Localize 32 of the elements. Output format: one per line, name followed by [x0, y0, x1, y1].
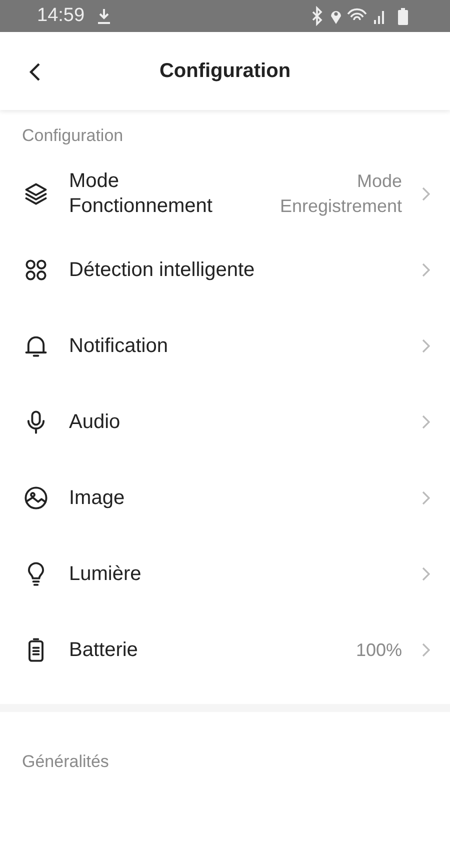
row-value: 100%: [356, 638, 402, 662]
chevron-right-icon: [422, 643, 430, 657]
row-label: Mode Fonctionnement: [69, 169, 214, 219]
row-value: Mode Enregistrement: [278, 170, 402, 218]
row-label: Détection intelligente: [69, 258, 255, 282]
section-title: Généralités: [21, 751, 110, 772]
row-label: Notification: [69, 334, 168, 358]
row-label: Batterie: [69, 638, 138, 662]
chevron-right-icon: [422, 263, 430, 277]
layers-icon: [23, 181, 49, 207]
settings-row[interactable]: Mode Fonctionnement Mode Enregistrement: [0, 156, 450, 232]
chevron-right-icon: [422, 567, 430, 581]
chevron-right-icon: [422, 339, 430, 353]
settings-row[interactable]: Notification: [0, 308, 450, 384]
settings-row[interactable]: Audio: [0, 384, 450, 460]
settings-row[interactable]: Lumière: [0, 536, 450, 612]
chevron-right-icon: [422, 491, 430, 505]
status-time: 14:59: [37, 5, 85, 27]
row-label: Lumière: [69, 562, 142, 586]
chevron-right-icon: [422, 415, 430, 429]
settings-row[interactable]: Image: [0, 460, 450, 536]
chevron-right-icon: [422, 187, 430, 201]
settings-row[interactable]: Batterie 100%: [0, 612, 450, 688]
back-icon: [28, 62, 42, 82]
section-title: Configuration: [21, 125, 124, 146]
page-title: Configuration: [159, 60, 291, 82]
four-circles-icon: [23, 257, 49, 283]
row-label: Image: [69, 486, 125, 510]
settings-row[interactable]: Détection intelligente: [0, 232, 450, 308]
image-icon: [23, 485, 49, 511]
download-icon: [96, 8, 111, 24]
row-label: Audio: [69, 410, 120, 434]
